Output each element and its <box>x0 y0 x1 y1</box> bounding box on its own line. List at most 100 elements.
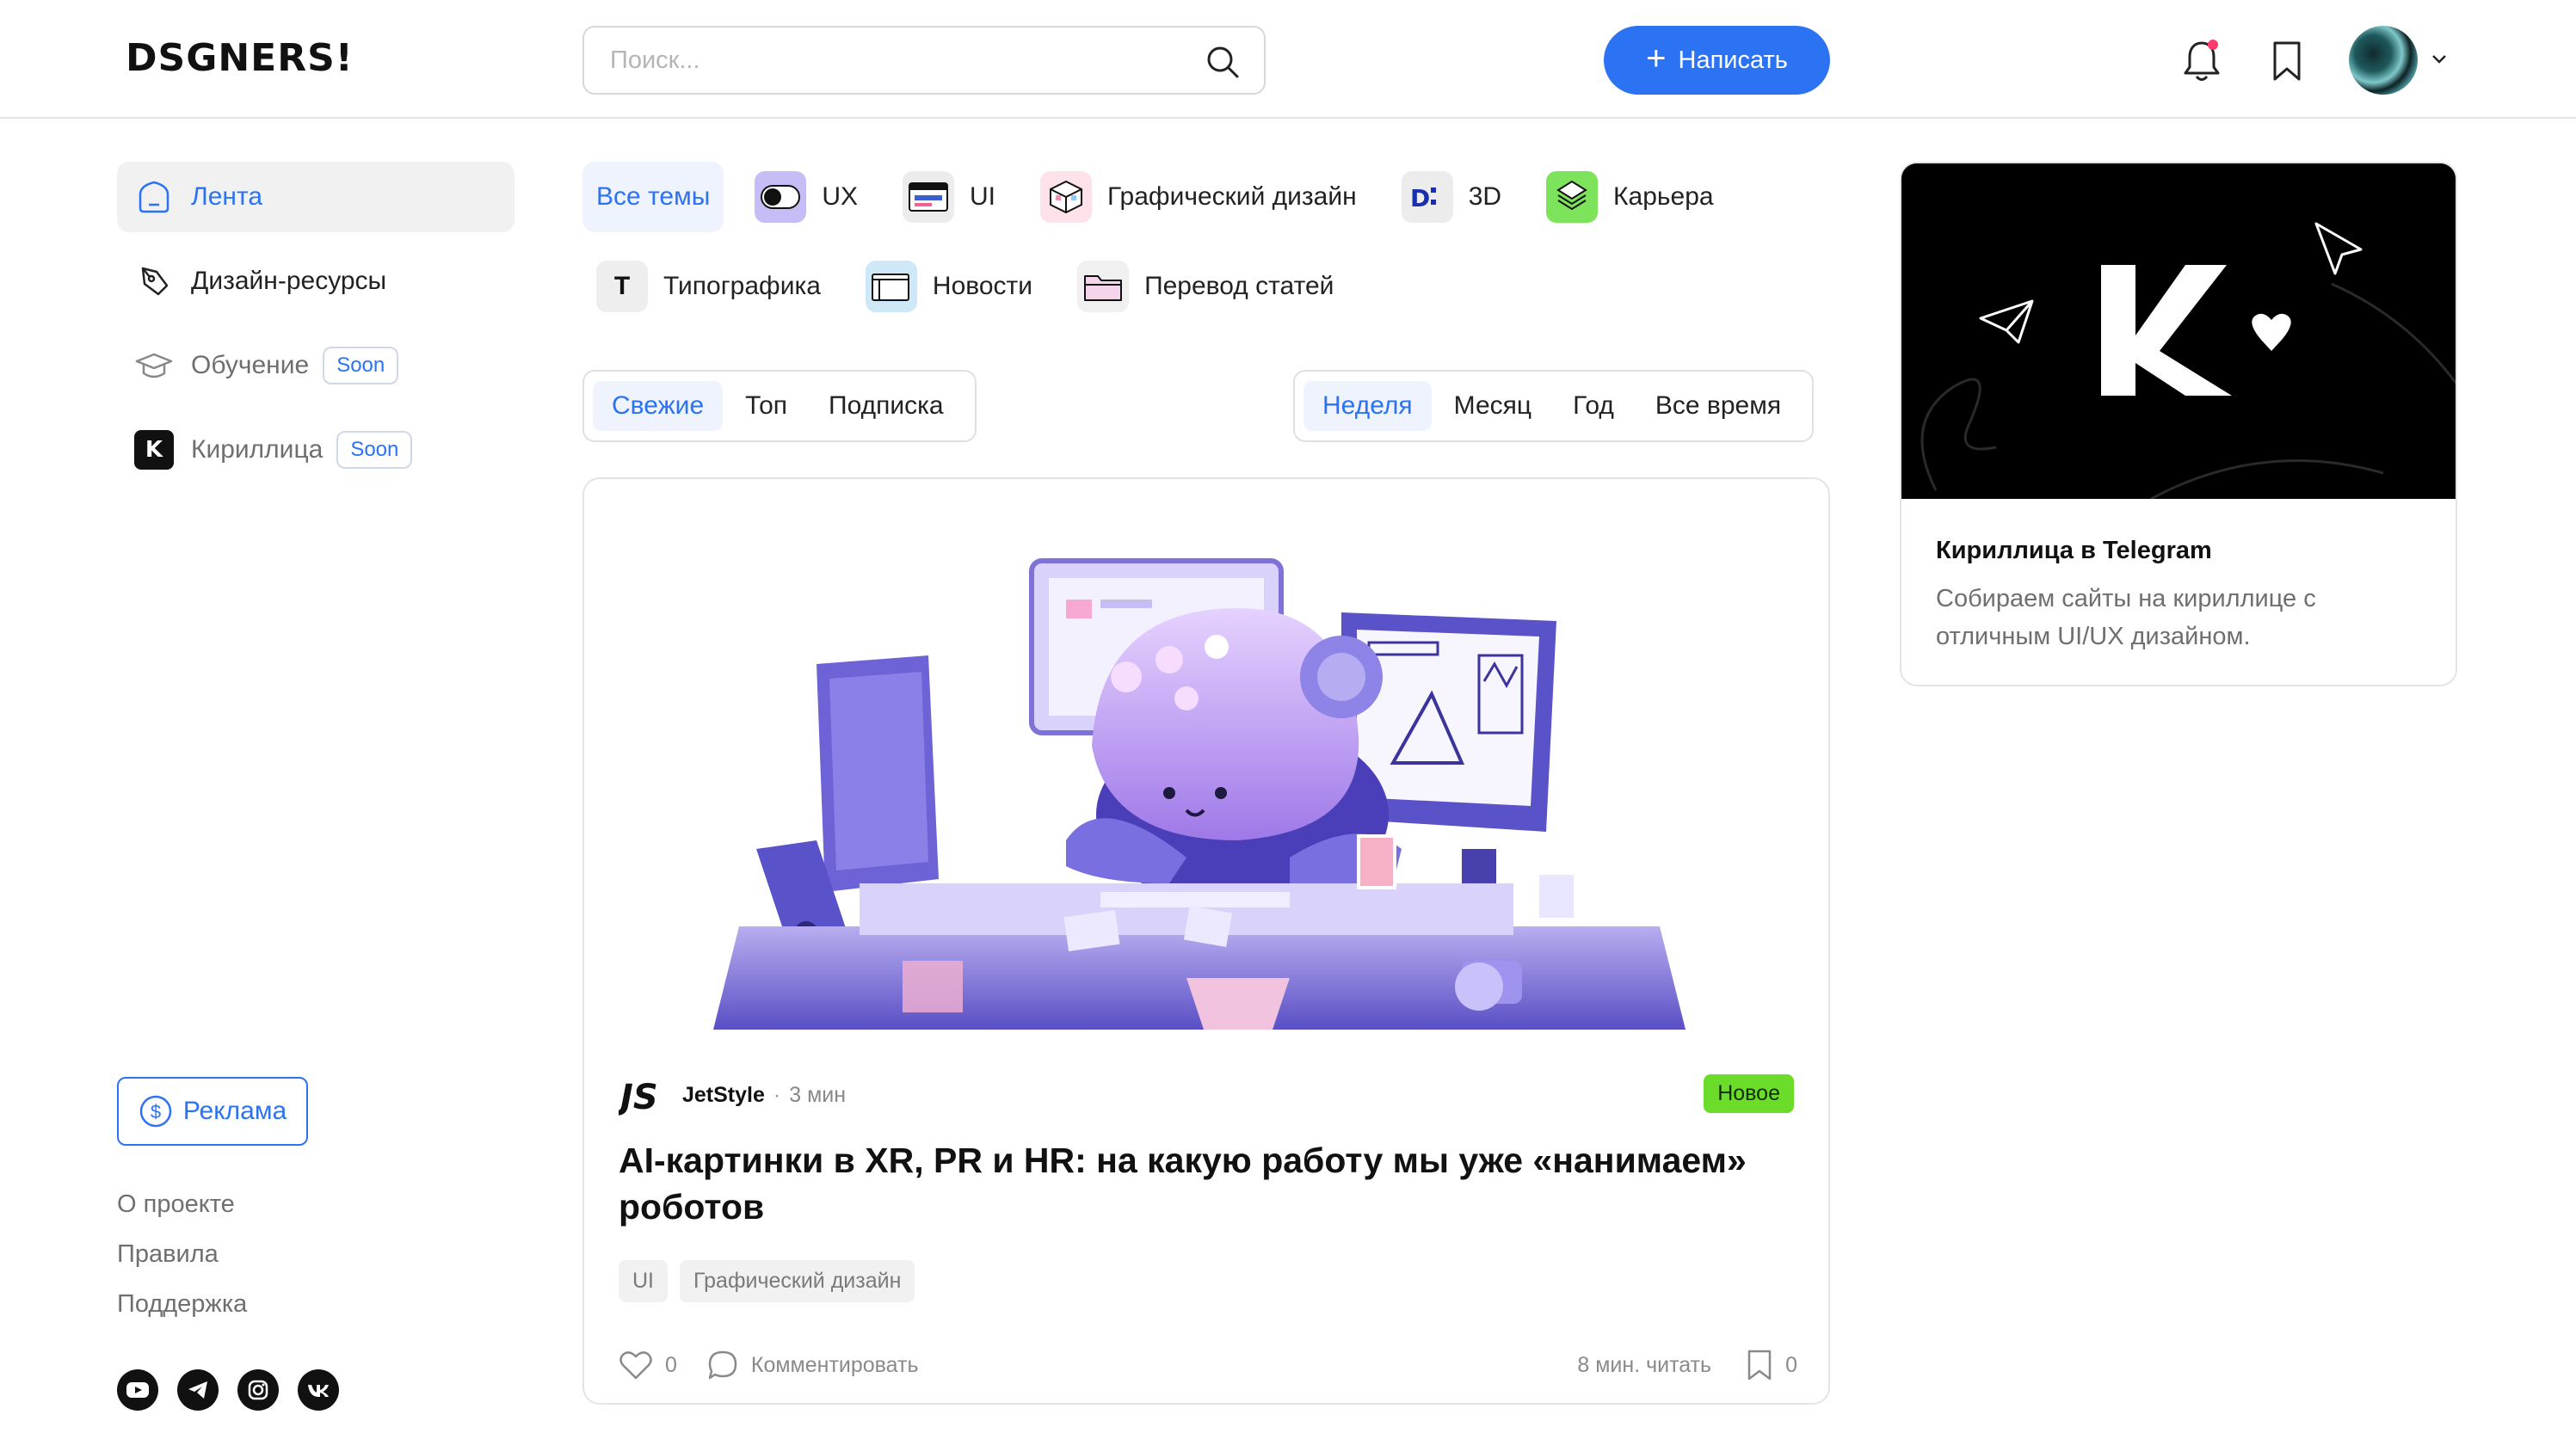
site-logo[interactable]: DSGNERS! <box>126 36 354 80</box>
like-button[interactable]: 0 <box>619 1350 677 1381</box>
social-links <box>117 1369 339 1411</box>
post-tags: UI Графический дизайн <box>619 1260 915 1302</box>
toggle-icon <box>755 171 807 223</box>
bookmark-button[interactable]: 0 <box>1746 1348 1797 1382</box>
pen-tool-icon <box>134 261 174 301</box>
write-button[interactable]: + Написать <box>1604 26 1830 95</box>
author-logo[interactable]: JS <box>619 1074 667 1116</box>
search-icon[interactable] <box>1204 43 1242 81</box>
meta-separator: · <box>773 1082 781 1107</box>
new-badge: Новое <box>1704 1074 1794 1113</box>
post-illustration[interactable] <box>584 479 1830 1030</box>
feed-tabs: Свежие Топ Подписка <box>582 370 977 442</box>
promo-title[interactable]: Кириллица в Telegram <box>1936 537 2212 565</box>
post-author[interactable]: JetStyle <box>682 1083 765 1108</box>
header: DSGNERS! + Написать <box>0 0 2576 119</box>
topic-label: UX <box>822 182 858 211</box>
plus-icon: + <box>1646 40 1667 77</box>
instagram-icon[interactable] <box>237 1369 279 1411</box>
topic-typography[interactable]: T Типографика <box>582 251 835 322</box>
tab-all-time[interactable]: Все время <box>1636 381 1800 431</box>
topic-label: Карьера <box>1613 182 1714 211</box>
topic-label: Новости <box>932 272 1033 300</box>
comment-label: Комментировать <box>750 1352 919 1377</box>
promo-card[interactable]: Кириллица в Telegram Собираем сайты на к… <box>1900 162 2457 686</box>
write-button-label: Написать <box>1678 46 1788 74</box>
topic-label: Все темы <box>596 182 711 211</box>
dollar-icon: $ <box>139 1095 172 1128</box>
svg-text:$: $ <box>151 1101 161 1122</box>
sidebar-item-label: Дизайн-ресурсы <box>191 267 387 295</box>
graduation-cap-icon <box>134 346 174 385</box>
stack-icon <box>1546 171 1599 223</box>
topic-label: 3D <box>1468 182 1502 211</box>
news-icon <box>865 261 917 312</box>
rules-link[interactable]: Правила <box>117 1240 247 1268</box>
comment-icon <box>708 1350 737 1380</box>
sidebar-item-feed[interactable]: Лента <box>117 162 515 232</box>
youtube-icon[interactable] <box>117 1369 158 1411</box>
tag-graphic-design[interactable]: Графический дизайн <box>680 1260 915 1302</box>
type-icon: T <box>596 261 648 312</box>
sidebar-item-kirillitsa[interactable]: K Кириллица Soon <box>117 415 515 485</box>
like-count: 0 <box>665 1352 677 1377</box>
kirillitsa-logo: K <box>134 430 174 470</box>
topic-3d[interactable]: D 3D <box>1388 162 1515 232</box>
period-tabs: Неделя Месяц Год Все время <box>1293 370 1815 442</box>
topic-ux[interactable]: UX <box>741 162 872 232</box>
home-icon <box>134 177 174 217</box>
about-link[interactable]: О проекте <box>117 1190 247 1218</box>
topic-all[interactable]: Все темы <box>582 162 724 232</box>
heart-icon <box>619 1351 652 1380</box>
ad-button[interactable]: $ Реклама <box>117 1077 308 1146</box>
cube-icon <box>1040 171 1092 223</box>
post-title[interactable]: AI-картинки в XR, PR и HR: на какую рабо… <box>619 1137 1797 1230</box>
bell-icon[interactable] <box>2180 38 2223 84</box>
read-time: 8 мин. читать <box>1577 1352 1712 1377</box>
tab-year[interactable]: Год <box>1554 381 1633 431</box>
3d-icon: D <box>1401 171 1453 223</box>
sidebar-item-label: Кириллица <box>191 435 324 464</box>
avatar[interactable] <box>2349 26 2418 95</box>
sidebar-item-design-resources[interactable]: Дизайн-ресурсы <box>117 246 515 317</box>
topic-career[interactable]: Карьера <box>1532 162 1728 232</box>
post-card[interactable]: JS JetStyle · 3 мин Новое AI-картинки в … <box>582 477 1830 1405</box>
comment-button[interactable]: Комментировать <box>706 1349 919 1381</box>
sidebar-item-education[interactable]: Обучение Soon <box>117 330 515 401</box>
topic-translations[interactable]: Перевод статей <box>1063 251 1347 322</box>
topic-graphic-design[interactable]: Графический дизайн <box>1026 162 1371 232</box>
folder-icon <box>1077 261 1130 312</box>
sidebar-item-label: Обучение <box>191 351 310 379</box>
kirillitsa-telegram-banner[interactable] <box>1901 163 2457 499</box>
telegram-icon[interactable] <box>177 1369 219 1411</box>
svg-text:D: D <box>1410 184 1430 210</box>
promo-text: Собираем сайты на кириллице с отличным U… <box>1936 585 2316 650</box>
topic-ui[interactable]: UI <box>889 162 1009 232</box>
footer-links: О проекте Правила Поддержка <box>117 1190 247 1340</box>
tab-month[interactable]: Месяц <box>1435 381 1550 431</box>
sidebar-nav: Лента Дизайн-ресурсы Обучение Soon K Кир… <box>117 162 515 499</box>
topic-label: Типографика <box>663 272 821 300</box>
bookmark-count: 0 <box>1785 1352 1797 1377</box>
topic-label: UI <box>970 182 995 211</box>
search-box[interactable] <box>582 26 1266 95</box>
svg-text:JS: JS <box>619 1078 658 1116</box>
soon-badge: Soon <box>323 347 399 384</box>
tab-top[interactable]: Топ <box>726 381 806 431</box>
support-link[interactable]: Поддержка <box>117 1290 247 1318</box>
ad-button-label: Реклама <box>182 1097 287 1125</box>
bookmark-icon[interactable] <box>2268 38 2306 84</box>
vk-icon[interactable] <box>298 1369 339 1411</box>
search-input[interactable] <box>610 43 1161 77</box>
tab-fresh[interactable]: Свежие <box>593 381 724 431</box>
topic-news[interactable]: Новости <box>852 251 1046 322</box>
chevron-down-icon[interactable] <box>2428 48 2450 71</box>
tag-ui[interactable]: UI <box>619 1260 668 1302</box>
topics: Все темы UX UI Графический дизайн D 3D К… <box>582 162 1830 341</box>
post-actions: 0 Комментировать 8 мин. читать 0 <box>619 1348 1797 1382</box>
window-icon <box>903 171 954 223</box>
topic-label: Графический дизайн <box>1107 182 1357 211</box>
sidebar-item-label: Лента <box>191 182 263 211</box>
tab-subscriptions[interactable]: Подписка <box>810 381 963 431</box>
tab-week[interactable]: Неделя <box>1303 381 1432 431</box>
